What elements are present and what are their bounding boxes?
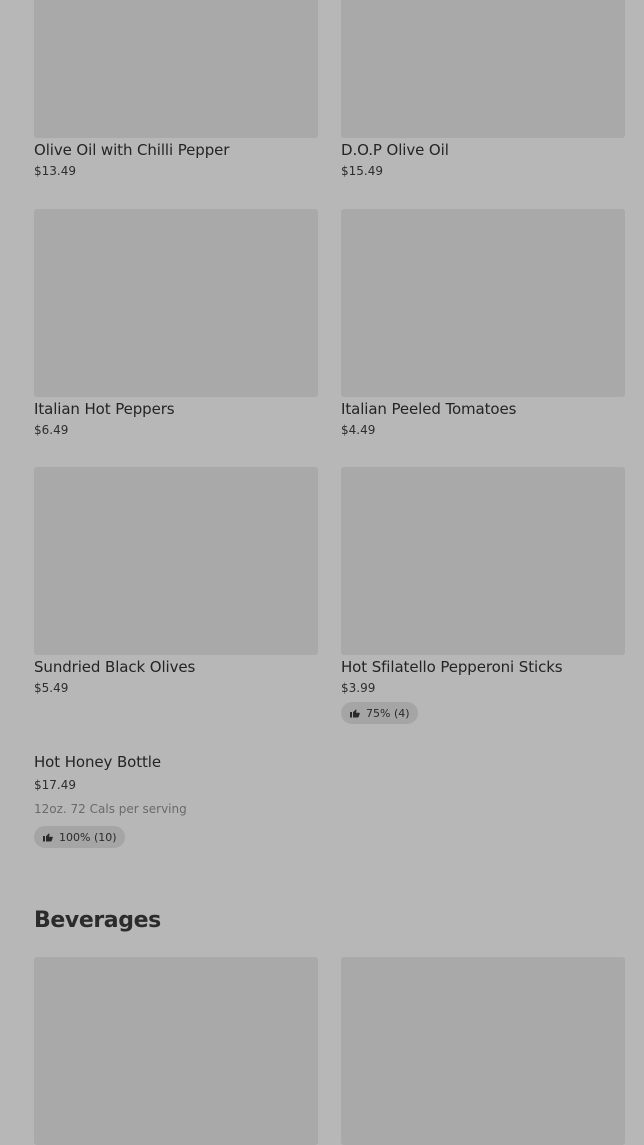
product-description: 12oz. 72 Cals per serving bbox=[34, 802, 187, 816]
thumbs-up-icon bbox=[349, 707, 361, 719]
rating-row: 75% (4) bbox=[341, 702, 625, 724]
rating-text: 75% (4) bbox=[366, 706, 410, 720]
product-image[interactable] bbox=[341, 209, 625, 397]
product-name[interactable]: Olive Oil with Chilli Pepper bbox=[34, 140, 318, 160]
product-card[interactable]: Sundried Black Olives $5.49 bbox=[34, 467, 318, 696]
section-title-beverages: Beverages bbox=[34, 908, 161, 933]
product-card[interactable] bbox=[34, 957, 318, 1145]
product-image[interactable] bbox=[341, 0, 625, 138]
rating-row: 100% (10) bbox=[34, 826, 318, 848]
product-card[interactable]: Hot Honey Bottle $17.49 12oz. 72 Cals pe… bbox=[34, 752, 318, 848]
product-name[interactable]: Italian Hot Peppers bbox=[34, 399, 318, 419]
product-name[interactable]: Sundried Black Olives bbox=[34, 657, 318, 677]
product-image[interactable] bbox=[34, 209, 318, 397]
product-name[interactable]: D.O.P Olive Oil bbox=[341, 140, 625, 160]
product-price: $15.49 bbox=[341, 164, 383, 178]
product-image[interactable] bbox=[34, 467, 318, 655]
product-price: $3.99 bbox=[341, 681, 376, 695]
product-card[interactable]: D.O.P Olive Oil $15.49 bbox=[341, 0, 625, 179]
product-name[interactable]: Italian Peeled Tomatoes bbox=[341, 399, 625, 419]
product-image[interactable] bbox=[34, 0, 318, 138]
product-card[interactable]: Italian Hot Peppers $6.49 bbox=[34, 209, 318, 438]
product-card[interactable]: Italian Peeled Tomatoes $4.49 bbox=[341, 209, 625, 438]
product-image[interactable] bbox=[341, 467, 625, 655]
thumbs-up-icon bbox=[42, 831, 54, 843]
product-price: $13.49 bbox=[34, 164, 76, 178]
product-price: $17.49 bbox=[34, 778, 76, 792]
product-name[interactable]: Hot Sfilatello Pepperoni Sticks bbox=[341, 657, 625, 677]
product-image[interactable] bbox=[34, 957, 318, 1145]
product-card[interactable] bbox=[341, 957, 625, 1145]
product-price: $5.49 bbox=[34, 681, 69, 695]
product-card[interactable]: Olive Oil with Chilli Pepper $13.49 bbox=[34, 0, 318, 179]
rating-badge: 75% (4) bbox=[341, 702, 418, 724]
product-card[interactable]: Hot Sfilatello Pepperoni Sticks $3.99 75… bbox=[341, 467, 625, 724]
rating-badge: 100% (10) bbox=[34, 826, 125, 848]
rating-text: 100% (10) bbox=[59, 830, 117, 844]
product-name[interactable]: Hot Honey Bottle bbox=[34, 752, 318, 772]
product-image[interactable] bbox=[341, 957, 625, 1145]
product-price: $6.49 bbox=[34, 423, 69, 437]
product-price: $4.49 bbox=[341, 423, 376, 437]
